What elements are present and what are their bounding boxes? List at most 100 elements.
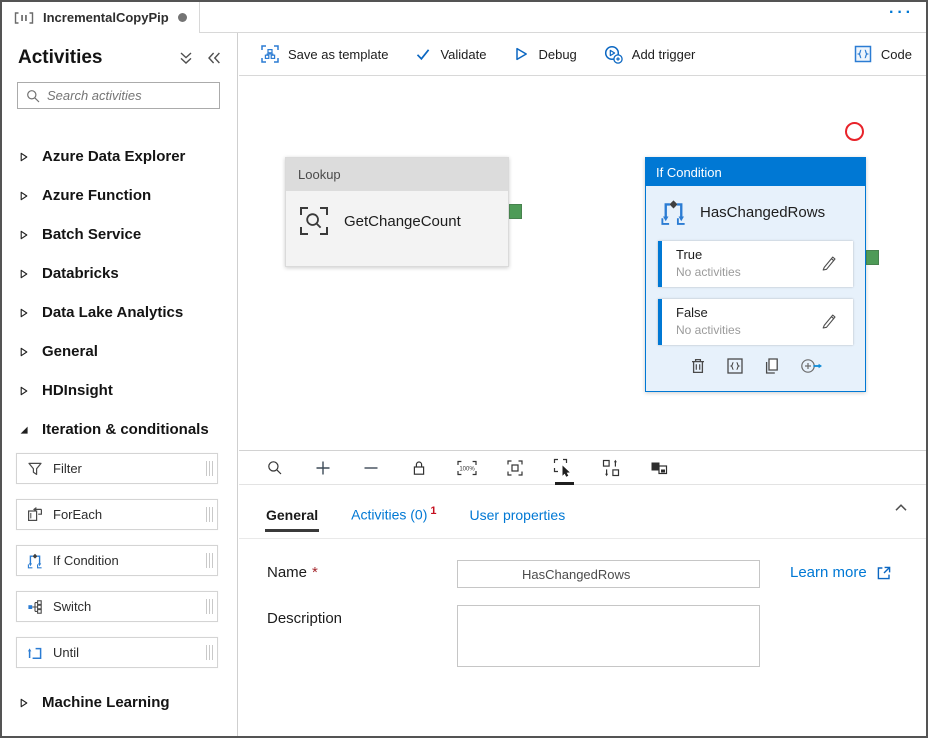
zoom-100-icon [457,460,477,476]
if-node-title-row: HasChangedRows [646,186,865,241]
category-databricks[interactable]: Databricks [2,254,237,293]
category-hdinsight[interactable]: HDInsight [2,371,237,410]
tab-user-properties[interactable]: User properties [469,507,567,538]
double-chevron-down-icon[interactable] [179,51,193,65]
zoom-out-button[interactable] [347,451,395,485]
drag-handle[interactable] [206,645,213,660]
add-output-icon[interactable] [800,357,823,375]
activities-sidebar: Activities Azure Data Explorer Azure Fun… [2,33,238,736]
learn-more-link[interactable]: Learn more [790,564,892,581]
sidebar-item-foreach[interactable]: ForEach [16,499,218,530]
validation-error-indicator[interactable] [845,122,864,141]
category-label: Azure Function [42,187,151,204]
add-trigger-label: Add trigger [632,47,696,62]
copy-icon[interactable] [763,357,781,375]
name-label-text: Name [267,564,307,581]
save-as-template-button[interactable]: Save as template [261,45,388,63]
lookup-activity-node[interactable]: Lookup GetChangeCount [285,157,509,267]
category-iteration-conditionals[interactable]: Iteration & conditionals [2,410,237,449]
pipeline-canvas[interactable]: Lookup GetChangeCount If Condition HasCh… [239,76,926,450]
sidebar-header: Activities [2,47,237,69]
chevron-up-icon[interactable] [893,500,909,516]
activity-category-list: Azure Data Explorer Azure Function Batch… [2,137,237,722]
true-branch-status: No activities [676,265,843,279]
drag-handle[interactable] [206,507,213,522]
caret-collapsed-icon [19,698,29,708]
tab-user-properties-label: User properties [470,507,566,523]
select-mode-button[interactable] [539,451,587,485]
sidebar-item-filter[interactable]: Filter [16,453,218,484]
category-machine-learning[interactable]: Machine Learning [2,683,237,722]
zoom-search-button[interactable] [251,451,299,485]
code-icon[interactable] [726,357,744,375]
auto-align-button[interactable] [587,451,635,485]
if-node-name: HasChangedRows [700,204,825,221]
search-icon [26,89,40,103]
caret-collapsed-icon [19,308,29,318]
sidebar-item-until[interactable]: Until [16,637,218,668]
more-menu-icon[interactable]: ··· [889,4,914,22]
true-branch-card[interactable]: True No activities [658,241,853,287]
save-as-template-label: Save as template [288,47,388,62]
if-condition-activity-node[interactable]: If Condition HasChangedRows True No acti… [645,157,866,392]
pipeline-tab[interactable]: IncrementalCopyPip... [2,2,200,33]
search-activities-box [17,82,220,109]
code-button[interactable]: Code [854,45,912,63]
drag-handle[interactable] [206,599,213,614]
category-label: Iteration & conditionals [42,421,209,438]
category-azure-function[interactable]: Azure Function [2,176,237,215]
description-label-text: Description [267,610,342,627]
add-trigger-icon [604,45,623,64]
auto-align-icon [602,459,620,477]
zoom-fit-button[interactable] [491,451,539,485]
search-activities-input[interactable] [47,88,211,103]
validate-label: Validate [440,47,486,62]
category-general[interactable]: General [2,332,237,371]
false-branch-status: No activities [676,323,843,337]
category-data-lake-analytics[interactable]: Data Lake Analytics [2,293,237,332]
lookup-output-connector[interactable] [509,204,522,219]
category-label: Databricks [42,265,119,282]
category-label: General [42,343,98,360]
zoom-100-button[interactable] [443,451,491,485]
caret-collapsed-icon [19,152,29,162]
sidebar-item-label: If Condition [53,553,119,568]
add-trigger-button[interactable]: Add trigger [604,45,696,64]
pencil-icon[interactable] [821,254,838,271]
category-azure-data-explorer[interactable]: Azure Data Explorer [2,137,237,176]
lookup-node-type-label: Lookup [298,167,341,182]
pencil-icon[interactable] [821,312,838,329]
double-chevron-left-icon[interactable] [207,51,221,65]
properties-tabbar: General Activities (0)1 User properties [239,485,926,539]
caret-collapsed-icon [19,191,29,201]
validate-button[interactable]: Validate [415,46,486,62]
drag-handle[interactable] [206,553,213,568]
sidebar-item-switch[interactable]: Switch [16,591,218,622]
caret-collapsed-icon [19,386,29,396]
pipeline-toolbar: Save as template Validate Debug Add trig… [239,33,926,76]
category-label: Machine Learning [42,694,170,711]
category-batch-service[interactable]: Batch Service [2,215,237,254]
debug-button[interactable]: Debug [513,46,576,62]
name-input[interactable] [457,560,760,588]
debug-label: Debug [538,47,576,62]
unsaved-changes-dot [178,13,187,22]
validate-check-icon [415,46,431,62]
description-textarea[interactable] [457,605,760,667]
delete-icon[interactable] [689,357,707,375]
sidebar-item-label: ForEach [53,507,102,522]
tab-activities-label: Activities (0) [351,507,427,523]
minimap-button[interactable] [635,451,683,485]
false-branch-card[interactable]: False No activities [658,299,853,345]
lock-icon [411,460,427,476]
drag-handle[interactable] [206,461,213,476]
sidebar-item-if-condition[interactable]: If Condition [16,545,218,576]
if-output-connector[interactable] [866,250,879,265]
zoom-in-button[interactable] [299,451,347,485]
tab-general[interactable]: General [265,507,319,538]
learn-more-label: Learn more [790,564,867,581]
tab-general-label: General [266,507,318,523]
tab-activities[interactable]: Activities (0)1 [350,505,437,538]
pipeline-icon [14,12,34,24]
lock-canvas-button[interactable] [395,451,443,485]
